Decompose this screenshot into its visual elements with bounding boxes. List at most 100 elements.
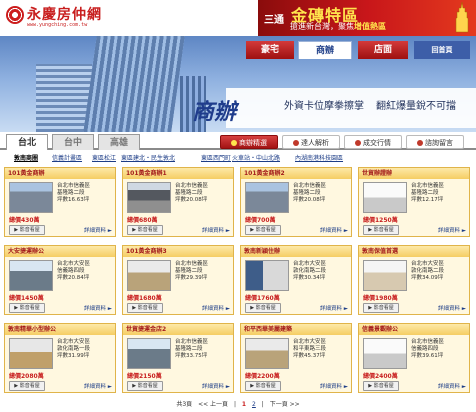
district-link[interactable]: 內湖南港科技園區 [295, 153, 343, 162]
listing-photo[interactable] [245, 182, 289, 213]
listing-area: 坪數20.08坪 [175, 197, 208, 203]
video-tour-button[interactable]: ▶ 影音看屋 [127, 381, 163, 391]
brand-name[interactable]: 永慶房仲網 [27, 4, 102, 24]
detail-link[interactable]: 詳細資料 ► [202, 382, 230, 390]
detail-link[interactable]: 詳細資料 ► [84, 226, 112, 234]
detail-link[interactable]: 詳細資料 ► [202, 304, 230, 312]
listing-title[interactable]: 敦南保值首選 [359, 246, 469, 257]
listing-photo[interactable] [127, 338, 171, 369]
district-link[interactable]: 東區松江 [92, 153, 116, 162]
video-tour-button[interactable]: ▶ 影音看屋 [9, 303, 45, 313]
detail-link[interactable]: 詳細資料 ► [320, 226, 348, 234]
brand-logo-icon[interactable] [6, 6, 24, 24]
district-link[interactable]: 信義計畫區 [52, 153, 82, 162]
listing-road: 基隆路二段 [175, 268, 203, 274]
listing-road: 基隆路二段 [293, 190, 321, 196]
listing-photo[interactable] [363, 182, 407, 213]
video-tour-button[interactable]: ▶ 影音看屋 [9, 381, 45, 391]
tab-kaohsiung[interactable]: 高雄 [98, 134, 140, 150]
listing-card[interactable]: 敦南保值首選 台北市大安區 敦化南路二段 坪數34.09坪 總價1980萬 ▶ 影音看屋 詳… [358, 245, 470, 315]
listing-title[interactable]: 大安捷運辦公 [5, 246, 115, 257]
video-tour-button[interactable]: ▶ 影音看屋 [363, 225, 399, 235]
detail-link[interactable]: 詳細資料 ► [202, 226, 230, 234]
listing-title[interactable]: 信義景觀辦公 [359, 324, 469, 335]
arrow-icon: ► [342, 384, 348, 390]
listing-photo[interactable] [9, 182, 53, 213]
listing-card[interactable]: 敦南精華小型辦公 台北市大安區 敦化南路一段 坪數31.99坪 總價2080萬 ▶ 影音看… [4, 323, 116, 393]
menu-label: 成交行情 [363, 139, 391, 147]
menu-transactions[interactable]: 成交行情 [344, 135, 402, 149]
listing-card[interactable]: 101黃金商辦2 台北市信義區 基隆路二段 坪數20.08坪總價700萬 ▶ 影音看屋 詳… [240, 167, 352, 237]
listing-price: 總價700萬 [245, 217, 276, 224]
next-page-link[interactable]: 下一頁 >> [270, 401, 300, 408]
video-tour-button[interactable]: ▶ 影音看屋 [245, 225, 281, 235]
video-tour-button[interactable]: ▶ 影音看屋 [245, 381, 281, 391]
listing-title[interactable]: 101黃金商辦 [5, 168, 115, 179]
listing-photo[interactable] [127, 260, 171, 291]
listing-area: 坪數20.84坪 [57, 275, 90, 281]
listing-photo[interactable] [245, 260, 289, 291]
listing-price: 總價1760萬 [245, 295, 280, 302]
detail-link[interactable]: 詳細資料 ► [320, 304, 348, 312]
listing-card[interactable]: 101黃金商辦1 台北市信義區 基隆路二段 坪數20.08坪 總價680萬 ▶ 影音看屋 詳… [122, 167, 234, 237]
district-link[interactable]: 東區西門町 [201, 153, 231, 162]
video-tour-button[interactable]: ▶ 影音看屋 [245, 303, 281, 313]
video-tour-button[interactable]: ▶ 影音看屋 [9, 225, 45, 235]
listing-area: 坪數34.09坪 [411, 275, 444, 281]
detail-link[interactable]: 詳細資料 ► [320, 382, 348, 390]
tab-taipei[interactable]: 台北 [6, 134, 48, 150]
listing-card[interactable]: 101黃金商辦 台北市信義區 基隆路二段 坪數16.63坪 總價430萬 ▶ 影音看屋 詳細… [4, 167, 116, 237]
listing-title[interactable]: 101黃金商辦1 [123, 168, 233, 179]
menu-featured[interactable]: 商辦精選 [220, 135, 278, 149]
district-link[interactable]: 東區建北・民生敦北 [121, 153, 175, 162]
listing-card[interactable]: 世貿辦證辦 台北市信義區 基隆路二段 坪數12.17坪 總價1250萬 ▶ 影音看屋 詳細資… [358, 167, 470, 237]
listing-card[interactable]: 和平西華美麗建築 台北市大安區 和平東路三段 坪數45.37坪 總價2200萬 ▶ 影音看… [240, 323, 352, 393]
tab-storefront[interactable]: 店面 [358, 41, 408, 59]
video-tour-button[interactable]: ▶ 影音看屋 [127, 303, 163, 313]
listing-title[interactable]: 101黃金商辦3 [123, 246, 233, 257]
menu-expert[interactable]: 達人解析 [282, 135, 340, 149]
tab-office[interactable]: 商辦 [298, 41, 352, 59]
listing-photo[interactable] [245, 338, 289, 369]
tab-luxury-house[interactable]: 豪宅 [246, 41, 294, 59]
listing-grid: 101黃金商辦 台北市信義區 基隆路二段 坪數16.63坪 總價430萬 ▶ 影音看屋 詳細… [4, 167, 472, 397]
detail-link[interactable]: 詳細資料 ► [438, 382, 466, 390]
video-tour-label: 影音看屋 [137, 227, 158, 233]
page-link-2[interactable]: 2 [252, 401, 256, 408]
video-tour-button[interactable]: ▶ 影音看屋 [363, 381, 399, 391]
detail-link[interactable]: 詳細資料 ► [84, 382, 112, 390]
listing-card[interactable]: 世貿捷運金店2 台北市信義區 基隆路二段 坪數33.75坪 總價2150萬 ▶ 影音看屋 詳… [122, 323, 234, 393]
promo-tag: 三通 [264, 15, 284, 26]
listing-title[interactable]: 敦南新穎住辦 [241, 246, 351, 257]
home-button[interactable]: 回首頁 [414, 41, 470, 59]
listing-photo[interactable] [9, 338, 53, 369]
detail-link[interactable]: 詳細資料 ► [438, 226, 466, 234]
listing-title[interactable]: 世貿辦證辦 [359, 168, 469, 179]
menu-consult[interactable]: 諮詢留言 [406, 135, 464, 149]
promo-banner[interactable]: 三通 金磚特區 搶進新台灣，聚焦增值熱區 [258, 0, 476, 36]
tab-taichung[interactable]: 台中 [52, 134, 94, 150]
detail-link[interactable]: 詳細資料 ► [438, 304, 466, 312]
listing-photo[interactable] [363, 260, 407, 291]
video-tour-button[interactable]: ▶ 影音看屋 [127, 225, 163, 235]
listing-title[interactable]: 世貿捷運金店2 [123, 324, 233, 335]
listing-title[interactable]: 101黃金商辦2 [241, 168, 351, 179]
listing-card[interactable]: 大安捷運辦公 台北市大安區 信義路四段 坪數20.84坪 總價1450萬 ▶ 影音看屋 詳細… [4, 245, 116, 315]
listing-card[interactable]: 敦南新穎住辦 台北市大安區 敦化南路二段 坪數30.34坪 總價1760萬 ▶ 影音看屋 詳… [240, 245, 352, 315]
prev-page-link[interactable]: << 上一頁 [198, 401, 228, 408]
district-link[interactable]: 敦南商圈 [14, 153, 38, 162]
listing-title[interactable]: 敦南精華小型辦公 [5, 324, 115, 335]
detail-link-label: 詳細資料 [438, 228, 461, 234]
listing-photo[interactable] [363, 338, 407, 369]
video-tour-button[interactable]: ▶ 影音看屋 [363, 303, 399, 313]
listing-photo[interactable] [9, 260, 53, 291]
listing-card[interactable]: 信義景觀辦公 台北市信義區 信義路四段 坪數39.61坪 總價2400萬 ▶ 影音看屋 詳細… [358, 323, 470, 393]
video-tour-label: 影音看屋 [137, 305, 158, 311]
detail-link[interactable]: 詳細資料 ► [84, 304, 112, 312]
listing-card[interactable]: 101黃金商辦3 台北市信義區 基隆路二段 坪數29.39坪 總價1680萬 ▶ 影音看屋… [122, 245, 234, 315]
listing-price: 總價1980萬 [363, 295, 398, 302]
listing-photo[interactable] [127, 182, 171, 213]
listing-title[interactable]: 和平西華美麗建築 [241, 324, 351, 335]
district-link[interactable]: 火車站・中山北路 [232, 153, 280, 162]
listing-info: 台北市信義區 基隆路二段 坪數20.08坪 [293, 183, 351, 204]
